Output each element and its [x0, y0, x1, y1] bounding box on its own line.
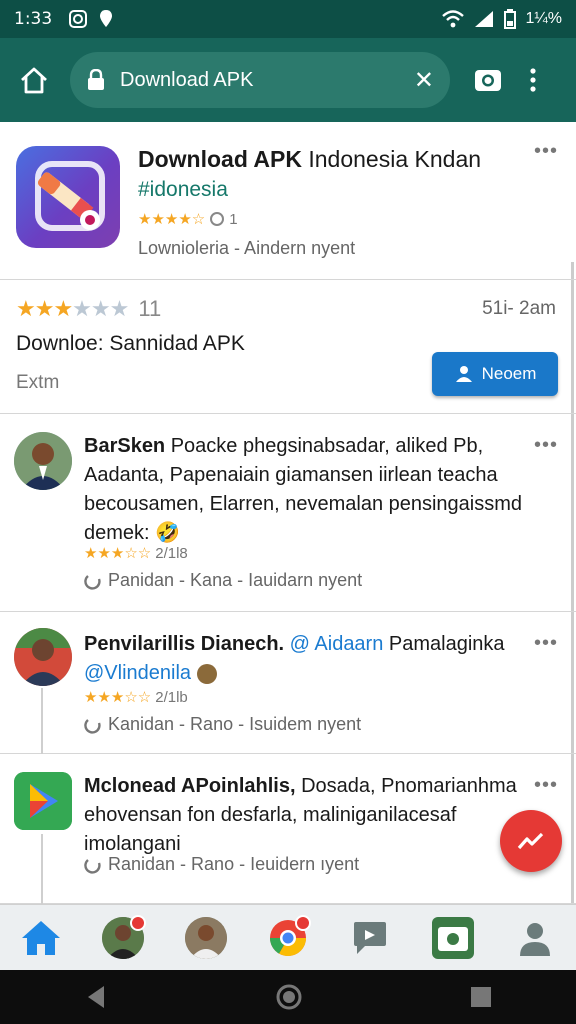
post-meta: Panidan - Kana - Iauidarn nyent — [84, 570, 362, 591]
download-rating-count: 11 — [138, 296, 162, 321]
back-icon[interactable] — [84, 984, 108, 1010]
app-title[interactable]: Download APK Indonesia Kndan — [138, 146, 481, 173]
mention-link[interactable]: @ Aidaarn — [284, 633, 384, 655]
more-options-button[interactable]: ••• — [534, 434, 558, 457]
download-rating: ★★★★★★ 11 — [16, 296, 161, 322]
post-content: Pamalaginka — [383, 633, 505, 655]
post-body: BarSken Poacke phegsinabsadar, aliked Pb… — [84, 432, 536, 548]
camera-button[interactable] — [468, 60, 508, 100]
repost-icon — [84, 574, 101, 590]
nav-messages[interactable] — [345, 913, 395, 963]
post-count: 2/1l8 — [155, 544, 188, 562]
avatar[interactable] — [14, 432, 72, 490]
post-meta-text: Ranidan - Rano - Ieuidern ıyent — [108, 854, 360, 874]
post-item[interactable]: Mclonead APoinlahlis, Dosada, Pnomarianh… — [0, 754, 576, 904]
message-icon — [354, 921, 387, 954]
app-title-rest: Indonesia Kndan — [301, 146, 482, 172]
repost-icon — [84, 858, 101, 874]
home-button[interactable] — [12, 58, 56, 102]
system-navigation — [0, 970, 576, 1024]
post-author[interactable]: BarSken — [84, 435, 165, 457]
app-card[interactable]: Download APK Indonesia Kndan #idonesia ★… — [0, 122, 576, 280]
notification-badge — [130, 914, 147, 931]
location-pin-icon — [100, 10, 113, 27]
status-time: 1:33 — [14, 9, 53, 29]
app-title-bold: Download APK — [138, 146, 302, 172]
comment-count: 1 — [229, 210, 238, 228]
trending-icon — [517, 832, 544, 850]
app-rating: ★★★★☆ 1 — [138, 210, 238, 229]
rating-stars: ★★★★☆ — [138, 211, 206, 228]
app-logo-icon[interactable] — [16, 146, 120, 248]
instagram-icon — [69, 10, 88, 28]
nav-account[interactable] — [510, 913, 560, 963]
download-stars-wrap: ★★★★★★ — [16, 296, 129, 321]
home-icon — [21, 67, 47, 94]
post-body: Penvilarillis Dianech. @ Aidaarn Pamalag… — [84, 630, 536, 688]
avatar — [184, 916, 227, 959]
photo-icon — [431, 916, 474, 959]
post-meta-text: Kanidan - Rano - Isuidem nyent — [108, 714, 362, 734]
lock-icon — [88, 69, 104, 90]
status-bar: 1:33 1¼% — [0, 0, 576, 38]
recents-icon[interactable] — [470, 986, 492, 1008]
thread-line — [41, 834, 43, 904]
download-card: ★★★★★★ 11 51i- 2am Downloe: Sannidad APK… — [0, 280, 576, 414]
more-options-button[interactable]: ••• — [534, 140, 558, 163]
trending-fab-button[interactable] — [500, 810, 562, 872]
clear-address-button[interactable]: ✕ — [414, 66, 434, 95]
home-circle-icon[interactable] — [275, 983, 303, 1011]
address-text[interactable]: Download APK — [120, 69, 414, 92]
app-meta: Lownioleria - Aindern nyent — [138, 238, 356, 258]
signal-icon — [474, 11, 493, 27]
user-add-icon — [455, 366, 472, 382]
post-author[interactable]: Mclonead APoinlahlis, — [84, 775, 296, 797]
more-options-button[interactable]: ••• — [534, 632, 558, 655]
play-store-icon[interactable] — [14, 772, 72, 830]
post-author[interactable]: Penvilarillis Dianech. — [84, 633, 284, 655]
repost-icon — [84, 718, 101, 734]
nav-friends[interactable] — [98, 913, 148, 963]
post-item[interactable]: BarSken Poacke phegsinabsadar, aliked Pb… — [0, 414, 576, 612]
download-button-label: Neoem — [481, 364, 537, 383]
download-time: 51i- 2am — [482, 298, 556, 319]
post-meta-text: Panidan - Kana - Iauidarn nyent — [108, 570, 363, 590]
home-icon — [22, 920, 61, 955]
download-title[interactable]: Downloe: Sannidad APK — [16, 332, 245, 356]
address-bar[interactable]: Download APK ✕ — [70, 52, 450, 108]
mention-link-2[interactable]: @Vlindenila — [84, 662, 191, 684]
feed[interactable]: Download APK Indonesia Kndan #idonesia ★… — [0, 122, 576, 904]
post-meta: Ranidan - Rano - Ieuidern ıyent — [84, 854, 359, 875]
post-body: Mclonead APoinlahlis, Dosada, Pnomarianh… — [84, 772, 536, 859]
comment-icon — [210, 212, 225, 226]
download-subtitle: Extm — [16, 372, 60, 393]
post-count: 2/1lb — [155, 688, 188, 706]
bottom-navigation — [0, 904, 576, 970]
camera-icon — [475, 70, 501, 91]
nav-profile-contact[interactable] — [181, 913, 231, 963]
more-options-button[interactable]: ••• — [534, 774, 558, 797]
wifi-icon — [441, 10, 464, 28]
post-stars: ★★★☆☆ — [84, 545, 152, 562]
download-button[interactable]: Neoem — [432, 352, 558, 396]
nav-chrome[interactable] — [263, 913, 313, 963]
battery-level: 1¼% — [525, 10, 562, 27]
post-rating: ★★★☆☆ 2/1l8 — [84, 544, 188, 563]
post-stars: ★★★☆☆ — [84, 689, 152, 706]
nav-gallery[interactable] — [428, 913, 478, 963]
thread-line — [41, 688, 43, 754]
avatar[interactable] — [14, 628, 72, 686]
post-item[interactable]: Penvilarillis Dianech. @ Aidaarn Pamalag… — [0, 612, 576, 754]
battery-icon — [503, 9, 516, 29]
person-icon — [519, 922, 550, 956]
more-vertical-icon — [530, 68, 536, 92]
hashtag-link[interactable]: #idonesia — [138, 178, 228, 202]
overflow-menu-button[interactable] — [518, 60, 548, 100]
nav-home[interactable] — [16, 913, 66, 963]
emoji-icon — [196, 663, 217, 684]
browser-toolbar: Download APK ✕ — [0, 38, 576, 122]
notification-badge — [294, 914, 311, 931]
post-meta: Kanidan - Rano - Isuidem nyent — [84, 714, 361, 735]
post-rating: ★★★☆☆ 2/1lb — [84, 688, 188, 707]
